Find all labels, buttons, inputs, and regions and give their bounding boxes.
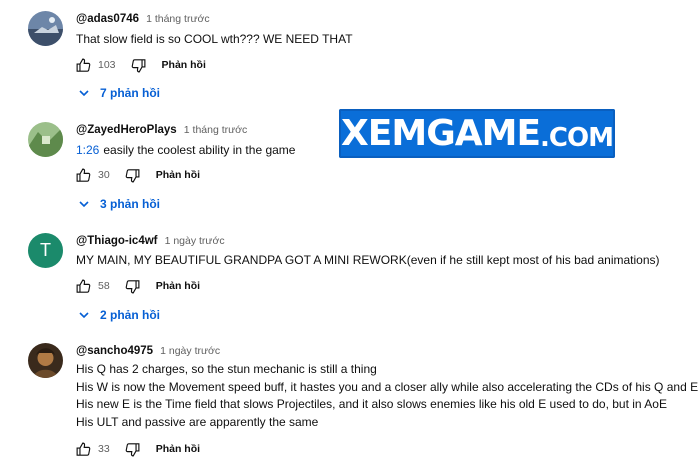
watermark-text: XEMGAME [341, 113, 541, 154]
comment-actions: 103 Phản hồi [74, 55, 206, 75]
watermark-suffix: .COM [540, 122, 614, 153]
reply-button[interactable]: Phản hồi [162, 59, 206, 71]
comment-meta: @sancho4975 1 ngày trước [76, 345, 220, 357]
comment-meta: @ZayedHeroPlays 1 tháng trước [76, 124, 247, 136]
replies-count-label: 7 phản hồi [100, 86, 160, 100]
author-name[interactable]: @Thiago-ic4wf [76, 235, 158, 247]
reply-button[interactable]: Phản hồi [156, 443, 200, 455]
like-icon[interactable] [74, 277, 92, 295]
chevron-down-icon [78, 309, 90, 321]
avatar-image [28, 122, 63, 157]
avatar[interactable] [28, 343, 63, 378]
author-name[interactable]: @adas0746 [76, 13, 139, 25]
like-count: 58 [98, 280, 110, 292]
dislike-icon[interactable] [124, 277, 142, 295]
comment-text-body: easily the coolest ability in the game [103, 143, 296, 157]
avatar[interactable] [28, 11, 63, 46]
comment-actions: 30 Phản hồi [74, 165, 200, 185]
author-name[interactable]: @ZayedHeroPlays [76, 124, 177, 136]
comment-text: 1:26 easily the coolest ability in the ga… [76, 142, 295, 160]
xemgame-watermark-logo: XEMGAME .COM [339, 109, 615, 158]
view-replies-button[interactable]: 3 phản hồi [78, 197, 160, 211]
replies-count-label: 3 phản hồi [100, 197, 160, 211]
dislike-icon[interactable] [124, 166, 142, 184]
like-count: 33 [98, 443, 110, 455]
comment-text-line: His new E is the Time field that slows P… [76, 397, 667, 411]
comment-text-line: His Q has 2 charges, so the stun mechani… [76, 362, 377, 376]
like-count: 103 [98, 59, 116, 71]
comment-text: That slow field is so COOL wth??? WE NEE… [76, 32, 353, 46]
comment-meta: @adas0746 1 tháng trước [76, 13, 210, 25]
like-icon[interactable] [74, 166, 92, 184]
chevron-down-icon [78, 87, 90, 99]
comment-time[interactable]: 1 ngày trước [160, 345, 220, 357]
comment-time[interactable]: 1 tháng trước [146, 13, 210, 25]
video-timestamp-link[interactable]: 1:26 [76, 143, 99, 157]
comment-text: MY MAIN, MY BEAUTIFUL GRANDPA GOT A MINI… [76, 253, 660, 267]
avatar-image [28, 343, 63, 378]
comment-actions: 58 Phản hồi [74, 276, 200, 296]
like-icon[interactable] [74, 56, 92, 74]
comment-meta: @Thiago-ic4wf 1 ngày trước [76, 235, 225, 247]
dislike-icon[interactable] [124, 440, 142, 458]
avatar[interactable]: T [28, 233, 63, 268]
comment-text-line: His W is now the Movement speed buff, it… [76, 379, 699, 394]
comment-time[interactable]: 1 tháng trước [184, 124, 248, 136]
comment-text: His Q has 2 charges, so the stun mechani… [76, 361, 698, 431]
comment-time[interactable]: 1 ngày trước [165, 235, 225, 247]
comment-actions: 33 Phản hồi [74, 439, 200, 459]
view-replies-button[interactable]: 2 phản hồi [78, 308, 160, 322]
chevron-down-icon [78, 198, 90, 210]
author-name[interactable]: @sancho4975 [76, 345, 153, 357]
replies-count-label: 2 phản hồi [100, 308, 160, 322]
like-icon[interactable] [74, 440, 92, 458]
dislike-icon[interactable] [130, 56, 148, 74]
reply-button[interactable]: Phản hồi [156, 280, 200, 292]
avatar-letter: T [28, 233, 63, 268]
avatar-image [28, 11, 63, 46]
avatar[interactable] [28, 122, 63, 157]
like-count: 30 [98, 169, 110, 181]
reply-button[interactable]: Phản hồi [156, 169, 200, 181]
comment-text-line: His ULT and passive are apparently the s… [76, 414, 319, 429]
view-replies-button[interactable]: 7 phản hồi [78, 86, 160, 100]
